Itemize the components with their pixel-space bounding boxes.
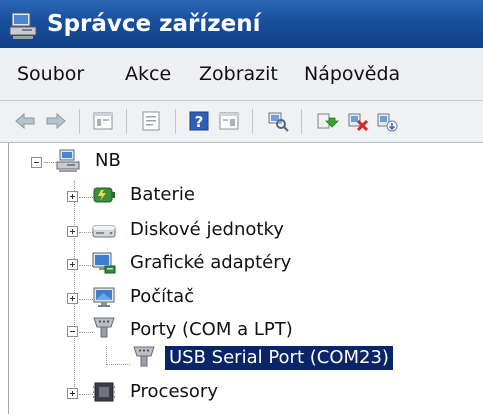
svg-text:?: ? [195,113,204,131]
expand-toggle-pocitac[interactable] [67,293,78,304]
uninstall-icon[interactable] [346,109,370,133]
tree-root-nb[interactable]: NB [95,149,121,173]
processor-icon [93,382,115,402]
help-icon[interactable]: ? [187,109,211,133]
expand-toggle-graficke-adaptery[interactable] [67,259,78,270]
menu-zobrazit[interactable]: Zobrazit [199,62,278,86]
computer-icon [56,149,80,172]
toolbar-separator [79,109,80,134]
back-icon[interactable] [13,109,37,133]
tree-item-pocitac[interactable]: Počítač [130,285,194,309]
disk-drive-icon [92,225,116,238]
toolbar-separator [252,109,253,134]
computer-monitor-icon [93,287,115,307]
tree-item-baterie[interactable]: Baterie [130,183,195,207]
tree-item-procesory[interactable]: Procesory [130,380,218,404]
device-manager-icon [9,12,37,39]
menu-soubor[interactable]: Soubor [17,62,84,86]
collapse-toggle-porty[interactable] [67,326,78,337]
menu-bar: Soubor Akce Zobrazit Nápověda [0,48,483,101]
tree-item-usb-serial-port[interactable]: USB Serial Port (COM23) [165,346,393,370]
view-icon[interactable] [217,109,241,133]
toolbar-separator [301,109,302,134]
serial-port-icon [133,346,155,367]
title-bar[interactable]: Správce zařízení [0,0,483,48]
expand-toggle-procesory[interactable] [67,388,78,399]
expand-toggle-diskove-jednotky[interactable] [67,226,78,237]
forward-icon[interactable] [44,109,68,133]
device-tree: NB Baterie Diskové jednotky Grafické ada… [8,143,483,414]
disable-device-icon[interactable] [375,109,399,133]
device-manager-window: Správce zařízení Soubor Akce Zobrazit Ná… [0,0,483,414]
tree-connector [106,364,130,365]
tree-item-diskove-jednotky[interactable]: Diskové jednotky [130,218,284,242]
tree-item-graficke-adaptery[interactable]: Grafické adaptéry [130,251,291,275]
expand-toggle-baterie[interactable] [67,191,78,202]
update-driver-icon[interactable] [315,109,339,133]
scan-hardware-icon[interactable] [266,109,290,133]
tree-item-porty[interactable]: Porty (COM a LPT) [130,318,293,342]
port-connector-icon [93,317,115,338]
display-adapter-icon [92,252,116,274]
window-title: Správce zařízení [47,11,261,37]
tree-connector [106,346,107,365]
toolbar: ? [0,101,483,143]
properties-icon[interactable] [139,109,163,133]
battery-icon [93,187,115,203]
menu-akce[interactable]: Akce [125,62,171,86]
show-hide-tree-icon[interactable] [91,109,115,133]
tree-connector [74,181,75,395]
toolbar-separator [126,109,127,134]
toolbar-separator [175,109,176,134]
collapse-toggle-nb[interactable] [31,157,42,168]
menu-napoveda[interactable]: Nápověda [304,62,400,86]
